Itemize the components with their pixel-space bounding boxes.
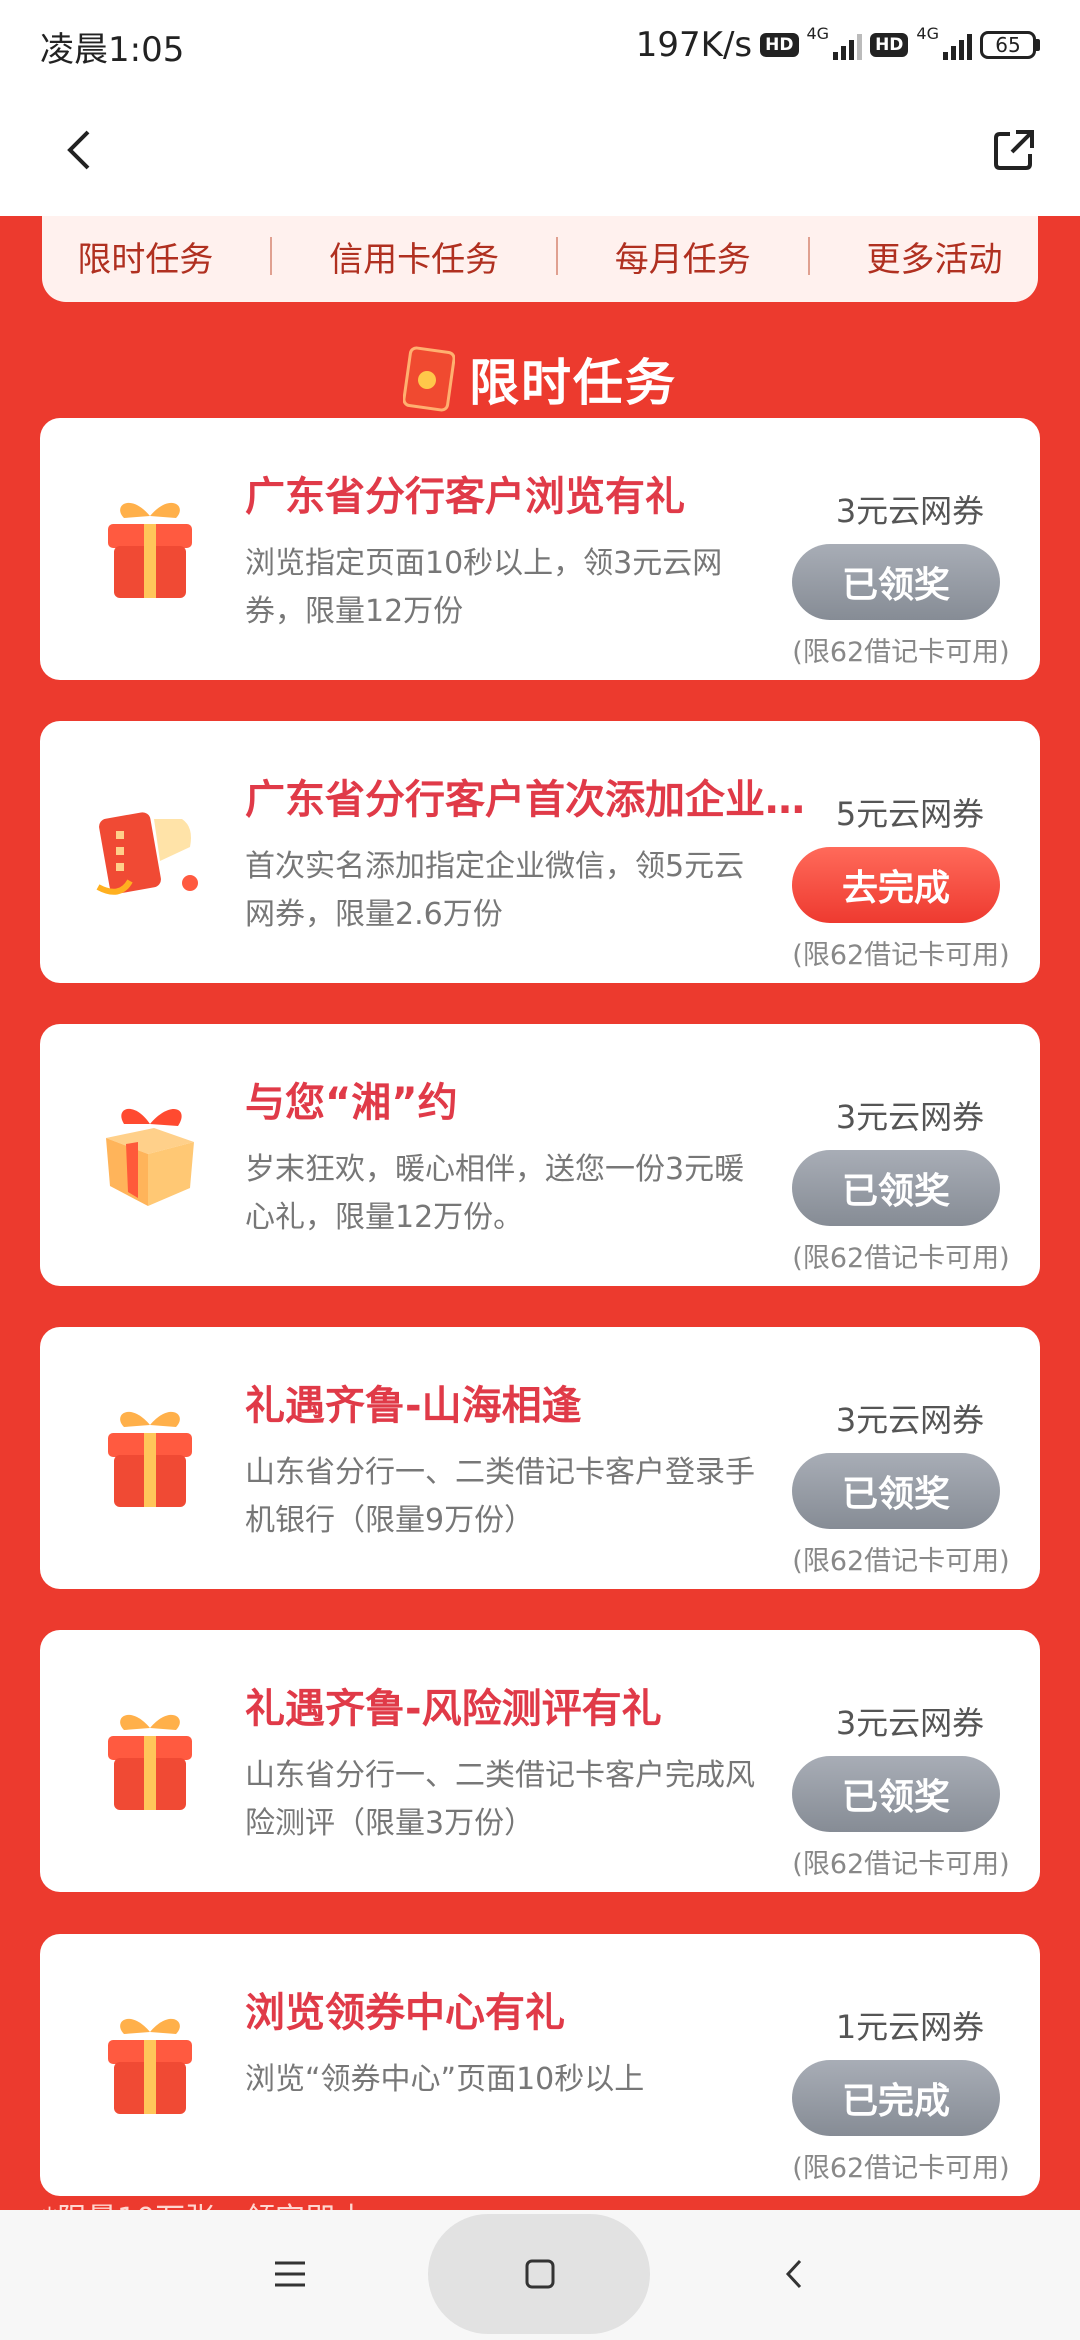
battery-icon: 65 bbox=[980, 31, 1040, 59]
task-restriction-note: (限62借记卡可用) bbox=[792, 1546, 1010, 1577]
gift-box-icon bbox=[108, 1411, 192, 1507]
tab-divider bbox=[555, 237, 558, 275]
navigation-bar bbox=[0, 90, 1080, 216]
task-card: 礼遇齐鲁-山海相逢 山东省分行一、二类借记卡客户登录手机银行（限量9万份） 3元… bbox=[40, 1327, 1040, 1589]
task-card: 浏览领券中心有礼 浏览“领券中心”页面10秒以上 1元云网券 已完成 (限62借… bbox=[40, 1934, 1040, 2196]
task-reward: 3元云网券 bbox=[835, 1098, 985, 1136]
hd-badge: HD bbox=[870, 33, 909, 57]
network-type-label: 4G bbox=[916, 23, 939, 43]
task-title: 广东省分行客户浏览有礼 bbox=[245, 474, 685, 520]
signal-icon bbox=[833, 30, 863, 60]
task-restriction-note: (限62借记卡可用) bbox=[792, 637, 1010, 668]
status-time: 凌晨1:05 bbox=[40, 30, 185, 70]
task-title: 礼遇齐鲁-山海相逢 bbox=[245, 1383, 582, 1429]
credit-card-icon bbox=[96, 812, 198, 895]
status-indicators: 197K/s HD 4G HD 4G 65 bbox=[636, 20, 1040, 70]
back-nav-button[interactable] bbox=[764, 2244, 824, 2304]
signal-icon bbox=[943, 30, 972, 60]
section-header: 限时任务 bbox=[0, 334, 1080, 424]
task-reward: 3元云网券 bbox=[835, 492, 985, 530]
system-navigation-bar bbox=[0, 2210, 1080, 2340]
task-restriction-note: (限62借记卡可用) bbox=[792, 1243, 1010, 1274]
task-card: 广东省分行客户浏览有礼 浏览指定页面10秒以上，领3元云网券，限量12万份 3元… bbox=[40, 418, 1040, 680]
tab-monthly-tasks[interactable]: 每月任务 bbox=[601, 232, 765, 281]
hd-badge: HD bbox=[760, 33, 799, 57]
task-content: 限时任务 信用卡任务 每月任务 更多活动 限时任务 广东省分行客户浏览有礼 浏览… bbox=[0, 216, 1080, 2210]
battery-level: 65 bbox=[980, 31, 1036, 59]
gift-box-icon bbox=[106, 1108, 194, 1206]
tab-more-activities[interactable]: 更多活动 bbox=[852, 232, 1016, 281]
task-description: 山东省分行一、二类借记卡客户完成风险测评（限量3万份） bbox=[245, 1758, 755, 1841]
task-card: 与您“湘”约 岁末狂欢，暖心相伴，送您一份3元暖心礼，限量12万份。 3元云网券… bbox=[40, 1024, 1040, 1286]
share-button[interactable] bbox=[984, 120, 1044, 180]
menu-button[interactable] bbox=[260, 2244, 320, 2304]
task-title: 广东省分行客户首次添加企业微信 bbox=[245, 777, 805, 823]
task-description: 浏览“领券中心”页面10秒以上 bbox=[245, 2062, 645, 2097]
footer-note: *限量10万张，领完即止 bbox=[42, 2194, 365, 2210]
task-tabs: 限时任务 信用卡任务 每月任务 更多活动 bbox=[42, 216, 1038, 302]
back-button[interactable] bbox=[50, 120, 110, 180]
share-external-icon bbox=[994, 130, 1034, 170]
task-title: 礼遇齐鲁-风险测评有礼 bbox=[245, 1686, 662, 1732]
task-title: 与您“湘”约 bbox=[245, 1080, 458, 1126]
claimed-button[interactable]: 已领奖 bbox=[792, 1150, 1000, 1226]
task-card: 广东省分行客户首次添加企业微信 首次实名添加指定企业微信，领5元云网券，限量2.… bbox=[40, 721, 1040, 983]
home-square-icon bbox=[525, 2259, 555, 2289]
claimed-button[interactable]: 已领奖 bbox=[792, 1756, 1000, 1832]
tab-limited-tasks[interactable]: 限时任务 bbox=[63, 232, 227, 281]
task-card: 礼遇齐鲁-风险测评有礼 山东省分行一、二类借记卡客户完成风险测评（限量3万份） … bbox=[40, 1630, 1040, 1892]
go-complete-button[interactable]: 去完成 bbox=[792, 847, 1000, 923]
task-description: 岁末狂欢，暖心相伴，送您一份3元暖心礼，限量12万份。 bbox=[245, 1152, 745, 1235]
completed-button[interactable]: 已完成 bbox=[792, 2060, 1000, 2136]
network-type-label: 4G bbox=[806, 23, 830, 43]
home-button[interactable] bbox=[510, 2244, 570, 2304]
tab-credit-card-tasks[interactable]: 信用卡任务 bbox=[315, 232, 513, 281]
claimed-button[interactable]: 已领奖 bbox=[792, 544, 1000, 620]
task-restriction-note: (限62借记卡可用) bbox=[792, 1849, 1010, 1880]
task-restriction-note: (限62借记卡可用) bbox=[792, 940, 1010, 971]
claimed-button[interactable]: 已领奖 bbox=[792, 1453, 1000, 1529]
task-description: 山东省分行一、二类借记卡客户登录手机银行（限量9万份） bbox=[245, 1455, 755, 1538]
network-speed: 197K/s bbox=[635, 25, 753, 65]
gift-box-icon bbox=[108, 502, 192, 598]
task-reward: 3元云网券 bbox=[835, 1704, 985, 1742]
task-restriction-note: (限62借记卡可用) bbox=[792, 2153, 1010, 2184]
chevron-left-icon bbox=[67, 130, 90, 170]
task-reward: 5元云网券 bbox=[835, 795, 985, 833]
gift-box-icon bbox=[108, 2018, 192, 2114]
tab-divider bbox=[807, 237, 810, 275]
task-reward: 3元云网券 bbox=[835, 1401, 985, 1439]
task-title: 浏览领券中心有礼 bbox=[245, 1990, 565, 2036]
menu-icon bbox=[275, 2261, 305, 2287]
back-triangle-icon bbox=[785, 2259, 802, 2289]
task-reward: 1元云网券 bbox=[835, 2008, 985, 2046]
task-description: 首次实名添加指定企业微信，领5元云网券，限量2.6万份 bbox=[245, 849, 745, 932]
red-envelope-icon bbox=[403, 346, 455, 412]
section-title: 限时任务 bbox=[469, 354, 677, 412]
status-bar: 凌晨1:05 197K/s HD 4G HD 4G 65 bbox=[0, 0, 1080, 90]
task-description: 浏览指定页面10秒以上，领3元云网券，限量12万份 bbox=[245, 546, 723, 629]
tab-divider bbox=[270, 237, 273, 275]
gift-box-icon bbox=[108, 1714, 192, 1810]
